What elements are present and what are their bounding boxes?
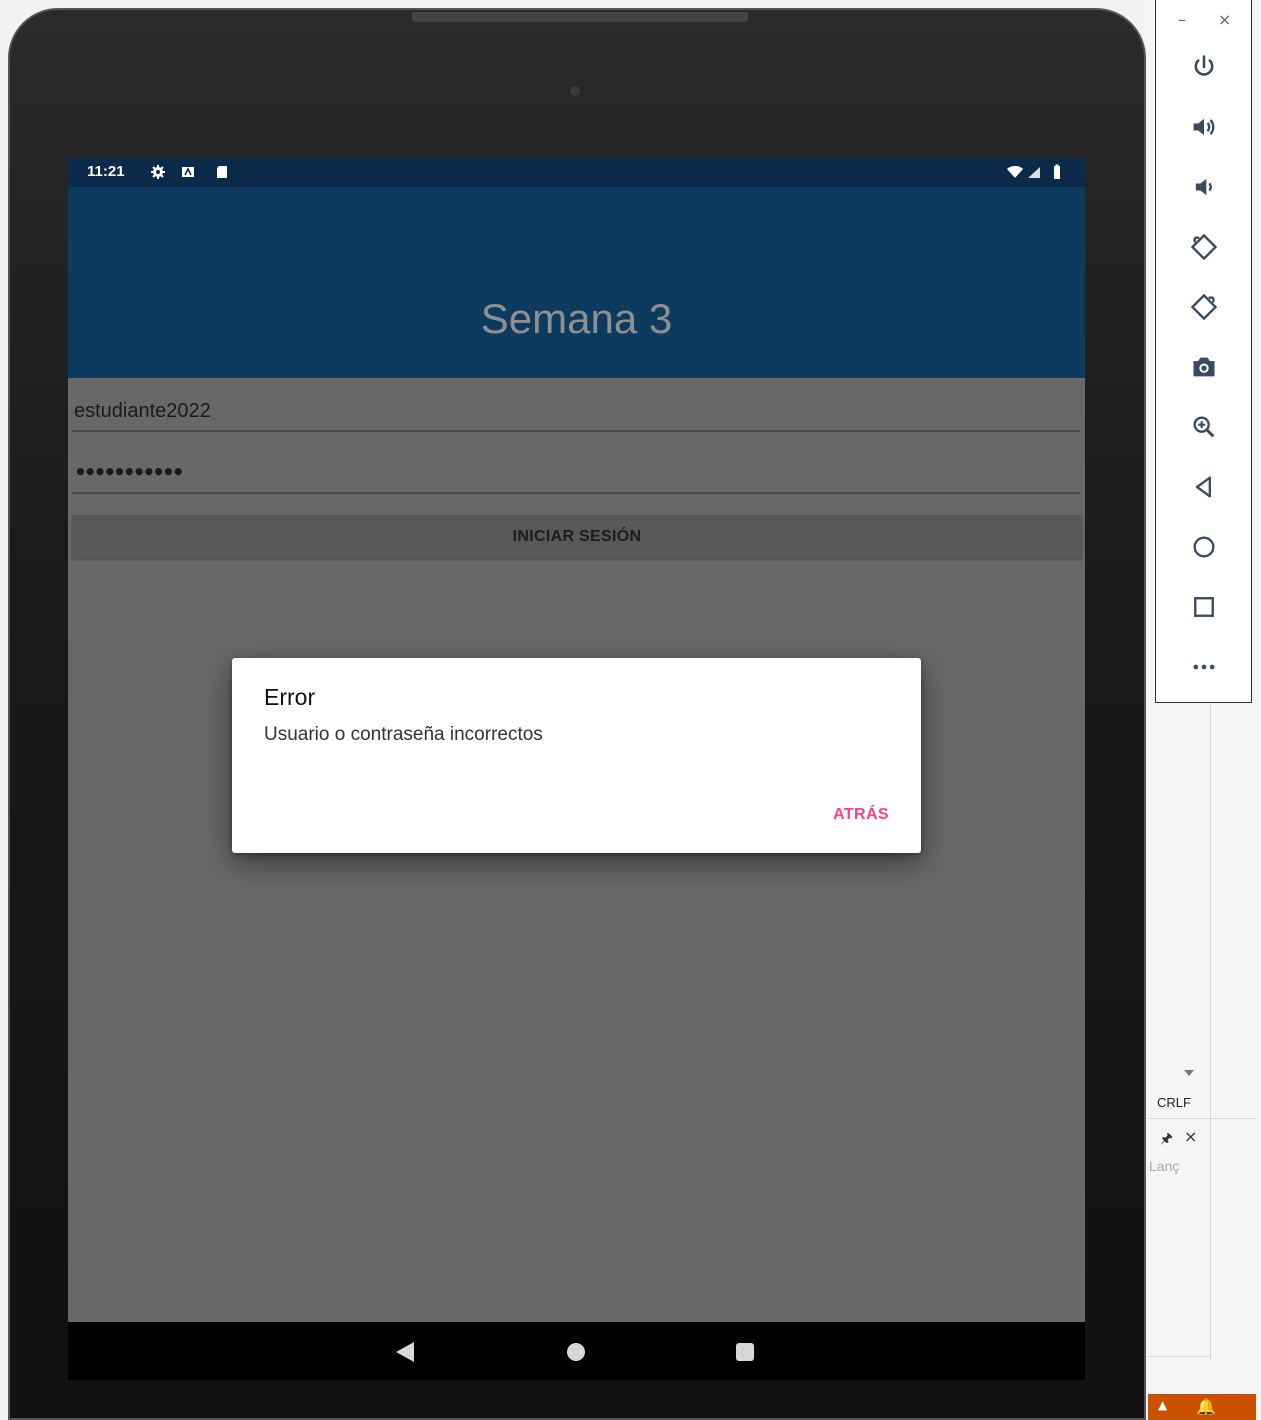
ide-status-caret-icon[interactable]: ▲ <box>1158 1398 1167 1412</box>
rotate-right-button[interactable] <box>1182 285 1226 329</box>
home-button[interactable] <box>1182 525 1226 569</box>
back-dialog-button[interactable]: ATRÁS <box>833 806 889 824</box>
ide-line-ending[interactable]: CRLF <box>1157 1095 1191 1110</box>
front-camera <box>570 86 580 96</box>
volume-up-icon <box>1193 118 1215 136</box>
sd-card-icon <box>217 166 227 178</box>
nav-back-icon[interactable] <box>396 1342 414 1362</box>
nav-home-icon[interactable] <box>567 1343 585 1361</box>
ide-language-label: Lanç <box>1149 1158 1180 1174</box>
minimize-button[interactable]: – <box>1178 10 1186 29</box>
ide-close-icon[interactable]: × <box>1184 1127 1197 1146</box>
page-title: Semana 3 <box>480 295 673 342</box>
power-button[interactable] <box>1182 45 1226 89</box>
status-time: 11:21 <box>87 163 125 180</box>
ide-dropdown-arrow-icon[interactable] <box>1184 1070 1194 1076</box>
camera-icon <box>1193 357 1215 377</box>
overview-icon <box>1194 597 1214 617</box>
ide-divider <box>1148 1356 1210 1357</box>
device-top-edge <box>412 12 748 22</box>
zoom-button[interactable] <box>1182 405 1226 449</box>
zoom-icon <box>1193 416 1215 438</box>
more-icon <box>1193 664 1215 670</box>
power-icon <box>1194 55 1214 76</box>
username-field[interactable]: estudiante2022 <box>72 394 1080 432</box>
password-field[interactable]: ••••••••••• <box>72 456 1080 494</box>
gear-icon <box>151 165 165 179</box>
ide-divider <box>1148 1118 1256 1119</box>
dialog-message: Usuario o contraseña incorrectos <box>264 724 543 745</box>
emulator-toolbar: – × <box>1155 0 1252 703</box>
dialog-title: Error <box>264 684 316 710</box>
ide-pin-icon[interactable]: 🖈 <box>1160 1128 1173 1152</box>
ide-divider <box>1210 700 1211 1360</box>
overview-button[interactable] <box>1182 585 1226 629</box>
ide-notification-icon[interactable]: 🔔 <box>1196 1397 1216 1416</box>
volume-down-icon <box>1195 178 1212 196</box>
more-button[interactable] <box>1182 645 1226 689</box>
wifi-icon <box>1007 166 1023 178</box>
password-value: ••••••••••• <box>74 460 185 484</box>
volume-down-button[interactable] <box>1182 165 1226 209</box>
battery-icon <box>1054 164 1060 179</box>
rotate-right-icon <box>1190 293 1218 321</box>
close-button[interactable]: × <box>1218 10 1231 29</box>
login-button[interactable]: INICIAR SESIÓN <box>72 515 1082 559</box>
home-icon <box>1193 536 1215 558</box>
signal-icon <box>1028 167 1040 178</box>
back-icon <box>1195 476 1211 498</box>
status-bar: 11:21 <box>68 158 1085 187</box>
navigation-bar <box>68 1322 1085 1380</box>
username-value: estudiante2022 <box>74 400 211 422</box>
app-header: Semana 3 <box>68 187 1085 378</box>
error-dialog: Error Usuario o contraseña incorrectos A… <box>232 658 921 853</box>
rotate-left-button[interactable] <box>1182 225 1226 269</box>
rotate-left-icon <box>1190 233 1218 261</box>
nav-recents-icon[interactable] <box>736 1343 754 1361</box>
a11y-icon <box>182 167 194 177</box>
volume-up-button[interactable] <box>1182 105 1226 149</box>
screenshot-button[interactable] <box>1182 345 1226 389</box>
back-button[interactable] <box>1182 465 1226 509</box>
